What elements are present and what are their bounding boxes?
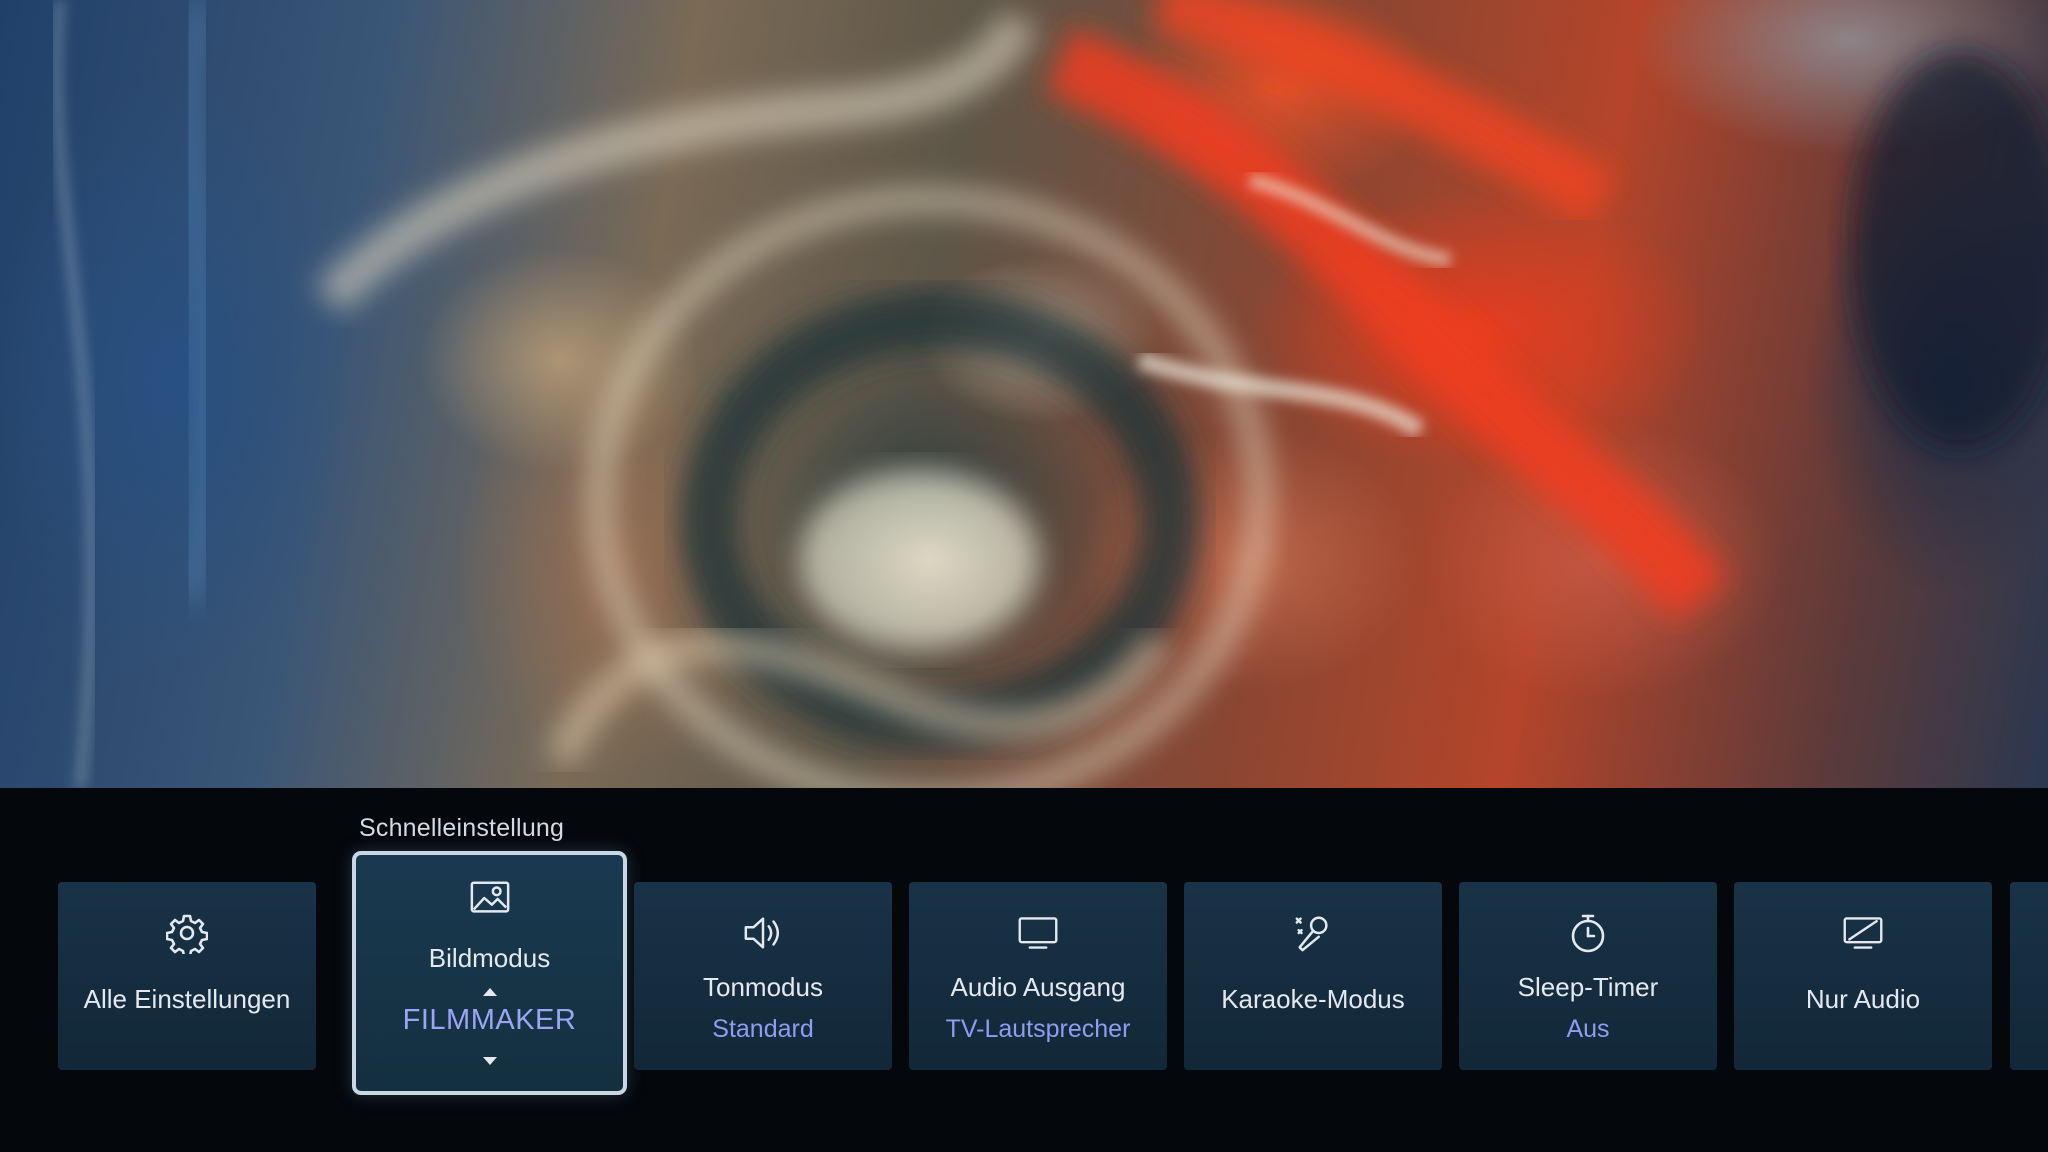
tile-next-partial[interactable] (2010, 882, 2048, 1070)
tile-audio-only[interactable]: Nur Audio (1734, 882, 1992, 1070)
speaker-icon (742, 912, 784, 954)
monitor-icon (1017, 912, 1059, 954)
gear-icon (166, 912, 208, 954)
arrow-up-icon[interactable] (482, 988, 497, 996)
microphone-icon (1292, 912, 1334, 954)
tile-value: TV-Lautsprecher (945, 1015, 1131, 1043)
screen-off-icon (1842, 912, 1884, 954)
quick-settings-title: Schnelleinstellung (359, 814, 565, 842)
background-artwork (0, 0, 2048, 788)
tile-label: Karaoke-Modus (1221, 984, 1405, 1014)
tile-label: Alle Einstellungen (83, 984, 291, 1014)
tile-picture-mode[interactable]: Bildmodus FILMMAKER (352, 851, 627, 1095)
picture-icon (469, 877, 511, 919)
tile-value: Aus (1566, 1015, 1610, 1043)
tile-label: Sleep-Timer (1517, 972, 1659, 1002)
tile-label: Nur Audio (1805, 984, 1921, 1014)
tile-label: Bildmodus (428, 943, 551, 973)
tile-sound-mode[interactable]: Tonmodus Standard (634, 882, 892, 1070)
tile-label: Audio Ausgang (950, 972, 1126, 1002)
tile-sleep-timer[interactable]: Sleep-Timer Aus (1459, 882, 1717, 1070)
tile-value: Standard (712, 1015, 814, 1043)
arrow-down-icon[interactable] (482, 1057, 497, 1065)
timer-icon (1567, 912, 1609, 954)
tile-value: FILMMAKER (402, 1004, 577, 1036)
tile-label: Tonmodus (703, 972, 823, 1002)
tile-audio-output[interactable]: Audio Ausgang TV-Lautsprecher (909, 882, 1167, 1070)
tile-all-settings[interactable]: Alle Einstellungen (58, 882, 316, 1070)
tile-karaoke-mode[interactable]: Karaoke-Modus (1184, 882, 1442, 1070)
